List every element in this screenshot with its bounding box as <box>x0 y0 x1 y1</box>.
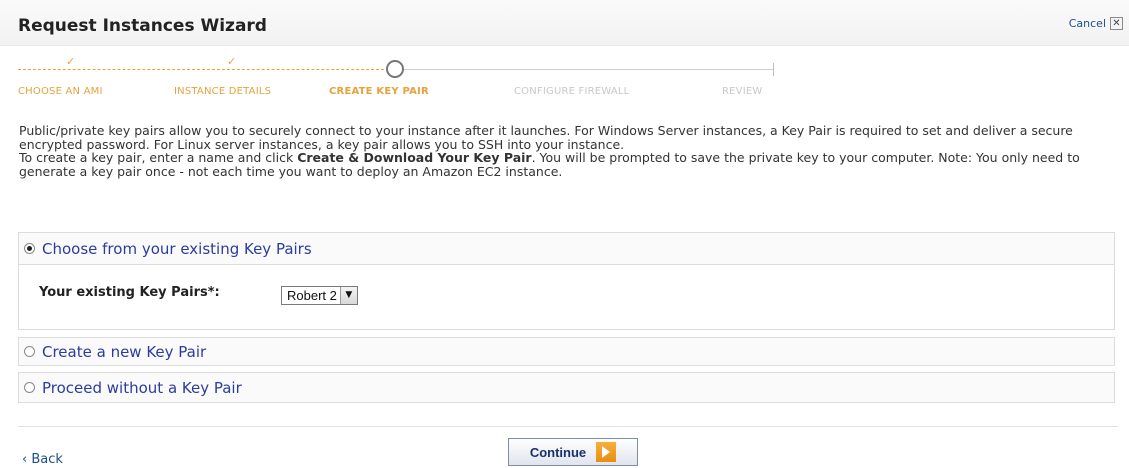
intro-paragraph-2: To create a key pair, enter a name and c… <box>19 150 1080 179</box>
create-key-pair-radio[interactable] <box>24 346 35 357</box>
continue-button[interactable]: Continue <box>508 438 638 466</box>
key-pair-select-value[interactable]: Robert 2 <box>282 287 340 304</box>
intro-text: Public/private key pairs allow you to se… <box>19 124 1119 178</box>
check-icon: ✓ <box>227 55 237 68</box>
progress-line-remaining <box>404 69 774 70</box>
progress-line-done <box>18 69 394 70</box>
cancel-label: Cancel <box>1068 17 1106 30</box>
existing-key-pairs-body: Your existing Key Pairs*: Robert 2 ▼ <box>19 265 1114 329</box>
no-key-pair-radio[interactable] <box>24 382 35 393</box>
close-icon[interactable]: ✕ <box>1110 17 1123 30</box>
footer-divider <box>18 426 1118 427</box>
current-step-marker <box>386 60 404 78</box>
intro-paragraph-1: Public/private key pairs allow you to se… <box>19 123 1073 152</box>
back-link[interactable]: ‹ Back <box>22 452 63 467</box>
arrow-right-icon <box>596 442 617 462</box>
step-instance-details: INSTANCE DETAILS <box>174 86 272 97</box>
step-choose-ami: CHOOSE AN AMI <box>18 86 103 97</box>
key-pair-select-label: Your existing Key Pairs*: <box>39 285 220 300</box>
no-key-pair-option[interactable]: Proceed without a Key Pair <box>19 373 1114 402</box>
continue-label: Continue <box>529 444 587 460</box>
step-configure-firewall: CONFIGURE FIREWALL <box>514 86 630 97</box>
wizard-header: Request Instances Wizard Cancel ✕ <box>0 0 1129 46</box>
existing-key-pairs-option[interactable]: Choose from your existing Key Pairs <box>19 233 1114 265</box>
wizard-progress: ✓ ✓ CHOOSE AN AMI INSTANCE DETAILS CREAT… <box>0 46 800 106</box>
create-key-pair-label[interactable]: Create a new Key Pair <box>42 343 206 361</box>
chevron-down-icon[interactable]: ▼ <box>339 287 357 304</box>
create-key-pair-panel: Create a new Key Pair <box>18 337 1115 366</box>
progress-end-tick <box>773 63 774 76</box>
cancel-button[interactable]: Cancel ✕ <box>1069 17 1123 30</box>
key-pair-select[interactable]: Robert 2 ▼ <box>281 286 358 305</box>
page-title: Request Instances Wizard <box>18 16 267 36</box>
step-create-key-pair: CREATE KEY PAIR <box>329 86 429 97</box>
step-review: REVIEW <box>722 86 763 97</box>
existing-key-pairs-panel: Choose from your existing Key Pairs Your… <box>18 232 1115 330</box>
existing-key-pairs-label[interactable]: Choose from your existing Key Pairs <box>42 240 312 258</box>
check-icon: ✓ <box>66 55 76 68</box>
no-key-pair-label[interactable]: Proceed without a Key Pair <box>42 379 242 397</box>
create-key-pair-option[interactable]: Create a new Key Pair <box>19 338 1114 365</box>
no-key-pair-panel: Proceed without a Key Pair <box>18 372 1115 403</box>
existing-key-pairs-radio[interactable] <box>24 243 35 254</box>
